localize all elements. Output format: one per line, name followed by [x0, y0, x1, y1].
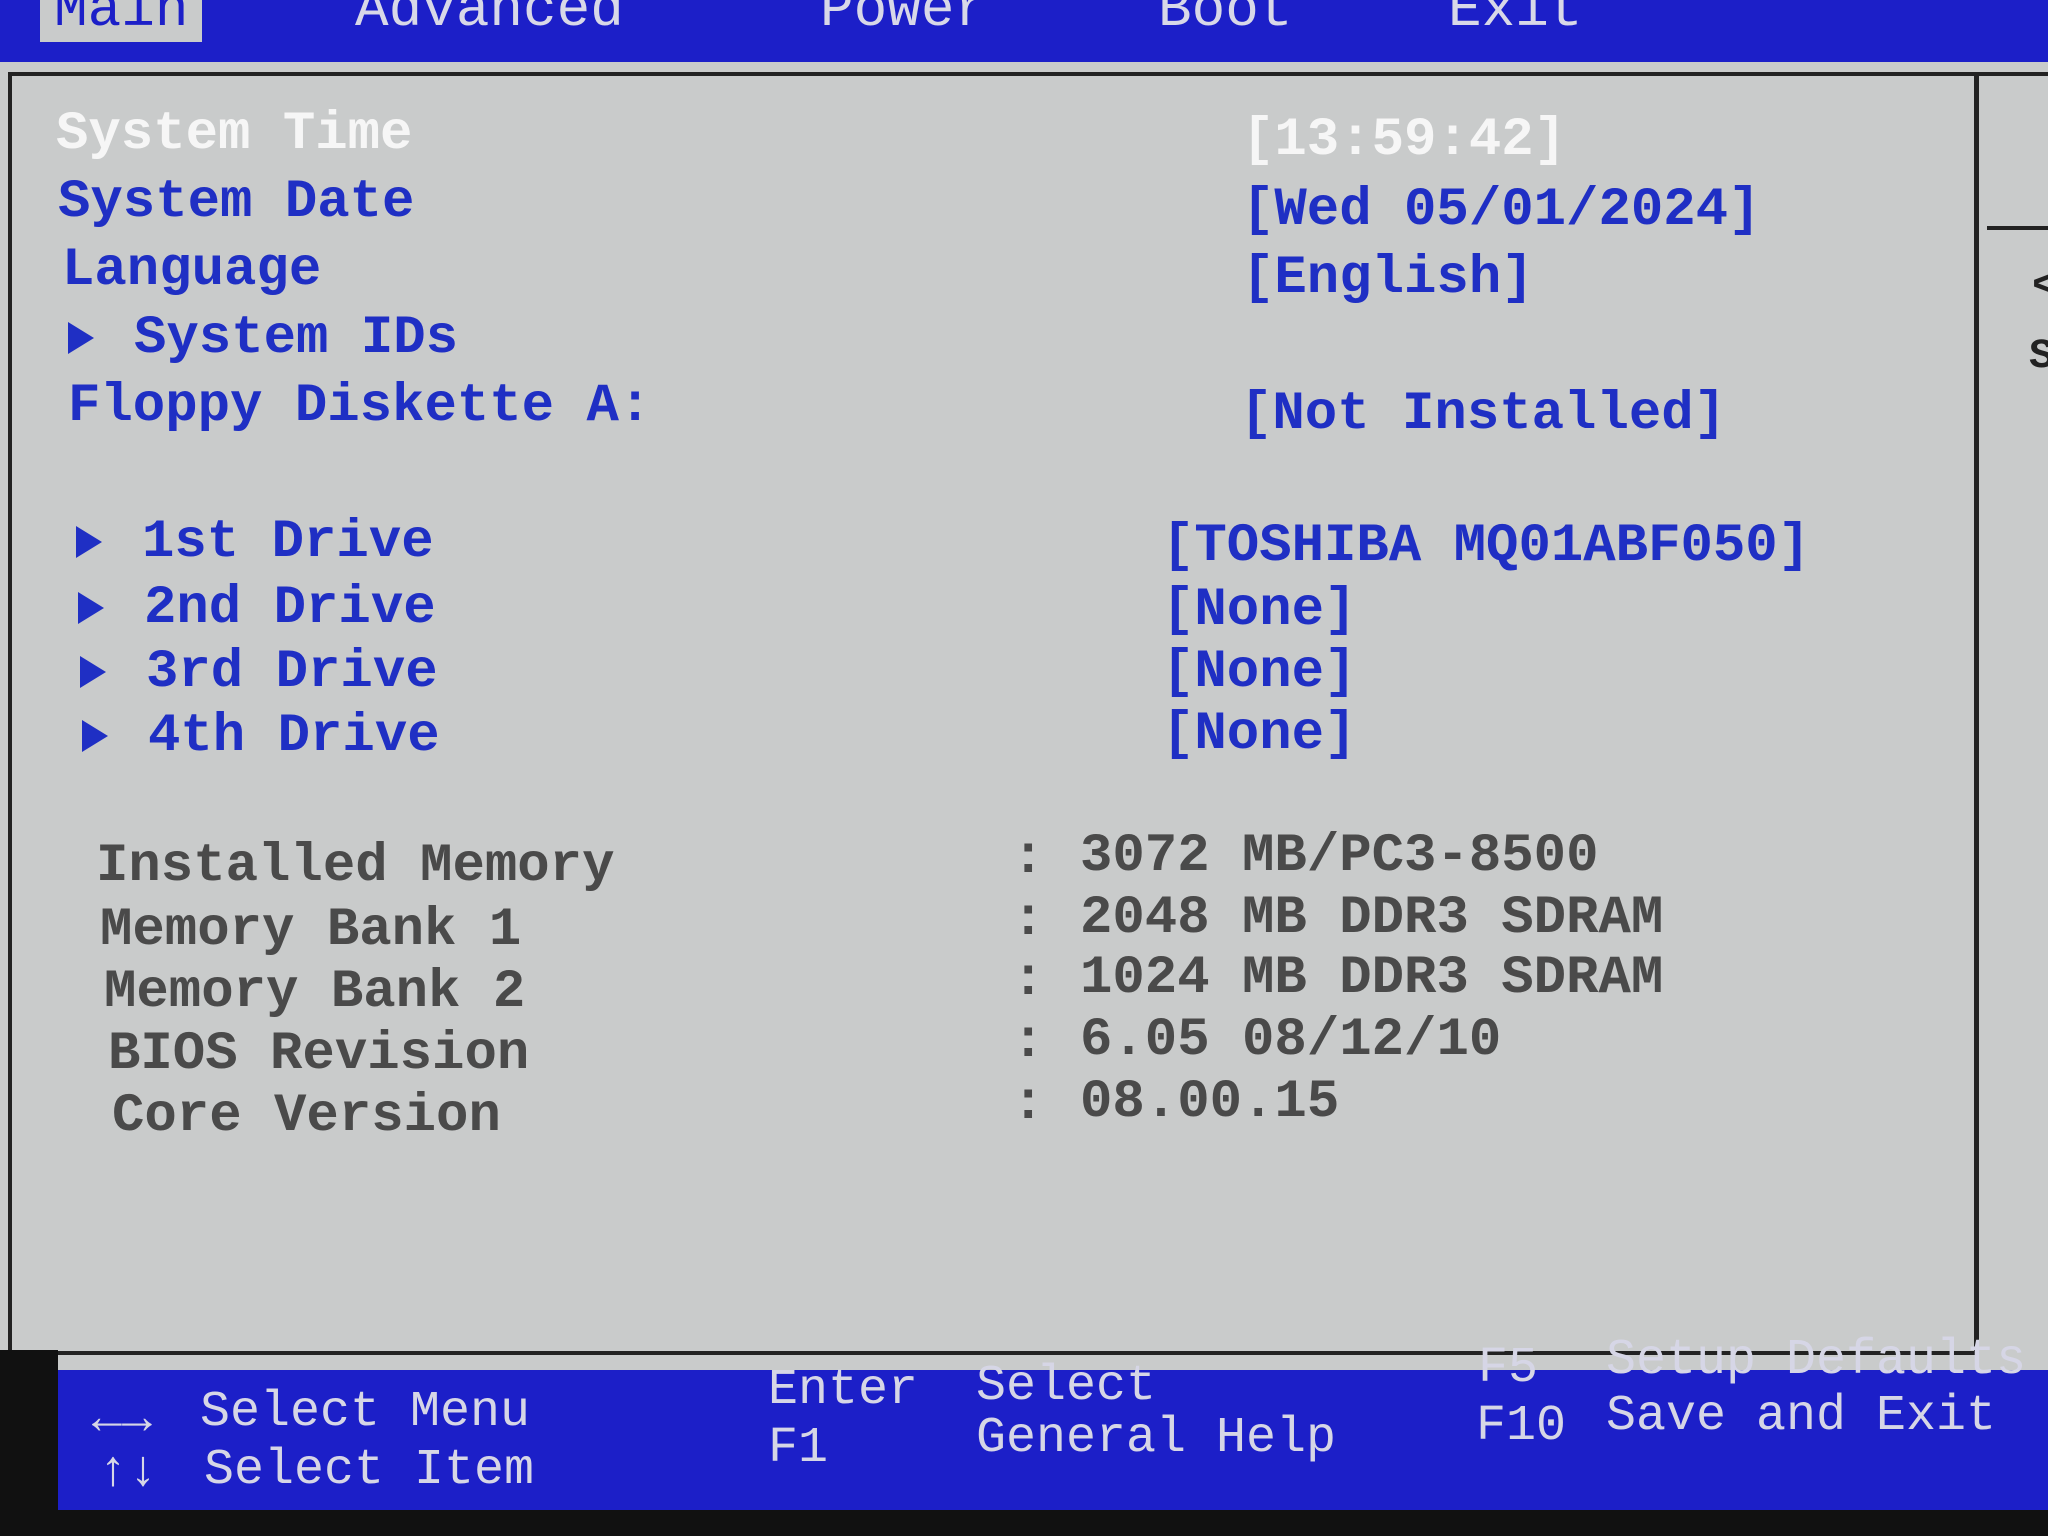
system-date-label[interactable]: System Date — [58, 172, 414, 233]
up-down-arrows-icon: ↑↓ — [98, 1444, 159, 1501]
memory-bank-2-value: 1024 MB DDR3 SDRAM — [1080, 948, 1664, 1009]
drive-2-item[interactable]: 2nd Drive — [78, 578, 436, 639]
left-right-arrows-icon: ←→ — [92, 1392, 153, 1449]
installed-memory-label: Installed Memory — [96, 836, 615, 897]
select-item-hint: Select Item — [204, 1442, 535, 1499]
drive-1-item[interactable]: 1st Drive — [76, 512, 434, 573]
menu-bar: Main Advanced Power Boot Exit — [0, 0, 2048, 62]
info-colon: : — [1012, 950, 1045, 1011]
memory-bank-1-label: Memory Bank 1 — [100, 900, 522, 961]
system-ids-item[interactable]: System IDs — [68, 308, 458, 369]
f5-key: F5 — [1478, 1340, 1539, 1397]
key-legend: ←→ Select Menu ↑↓ Select Item Enter Sele… — [58, 1332, 2048, 1510]
submenu-arrow-icon — [78, 591, 104, 624]
menu-power[interactable]: Power — [820, 0, 988, 42]
system-time-label[interactable]: System Time — [56, 104, 412, 165]
drive-3-item[interactable]: 3rd Drive — [80, 642, 438, 703]
system-time-value[interactable]: [13:59:42] — [1242, 110, 1566, 171]
language-value[interactable]: [English] — [1242, 248, 1534, 309]
settings-area: System Time [13:59:42] System Date [Wed … — [12, 76, 1979, 1355]
menu-main[interactable]: Main — [40, 0, 203, 42]
installed-memory-value: 3072 MB/PC3-8500 — [1080, 826, 1599, 887]
core-version-value: 08.00.15 — [1080, 1072, 1340, 1133]
language-label[interactable]: Language — [62, 240, 321, 301]
info-colon: : — [1012, 890, 1045, 951]
f10-key: F10 — [1476, 1398, 1567, 1455]
system-date-value[interactable]: [Wed 05/01/2024] — [1242, 180, 1760, 241]
bios-revision-value: 6.05 08/12/10 — [1080, 1010, 1502, 1071]
setup-defaults-hint: Setup Defaults — [1606, 1332, 2027, 1389]
submenu-arrow-icon — [80, 655, 106, 688]
main-panel: System Time [13:59:42] System Date [Wed … — [8, 72, 2048, 1355]
bios-revision-label: BIOS Revision — [108, 1024, 530, 1085]
memory-bank-2-label: Memory Bank 2 — [104, 962, 526, 1023]
save-and-exit-hint: Save and Exit — [1606, 1388, 1997, 1445]
info-colon: : — [1012, 1074, 1045, 1135]
drive-4-value: [None] — [1162, 704, 1357, 765]
drive-1-value: [TOSHIBA MQ01ABF050] — [1162, 516, 1811, 577]
info-colon: : — [1012, 1012, 1045, 1073]
info-colon: : — [1012, 828, 1045, 889]
monitor-bezel — [0, 1350, 58, 1536]
core-version-label: Core Version — [112, 1086, 501, 1147]
menu-boot[interactable]: Boot — [1158, 0, 1292, 42]
help-arrow-icon: < — [2032, 262, 2048, 310]
general-help-hint: General Help — [976, 1410, 1337, 1467]
drive-4-item[interactable]: 4th Drive — [82, 706, 440, 767]
select-menu-hint: Select Menu — [200, 1384, 531, 1441]
f1-key: F1 — [768, 1420, 829, 1477]
menu-exit[interactable]: Exit — [1448, 0, 1582, 42]
submenu-arrow-icon — [76, 525, 102, 558]
monitor-bezel-bottom — [0, 1510, 2048, 1536]
memory-bank-1-value: 2048 MB DDR3 SDRAM — [1080, 888, 1664, 949]
help-divider — [1987, 226, 2048, 230]
enter-key: Enter — [768, 1362, 919, 1419]
drive-3-value: [None] — [1162, 642, 1357, 703]
drive-2-value: [None] — [1162, 580, 1357, 641]
enter-hint: Select — [976, 1358, 1157, 1415]
submenu-arrow-icon — [82, 719, 108, 752]
floppy-value[interactable]: [Not Installed] — [1240, 384, 1726, 445]
submenu-arrow-icon — [68, 321, 94, 354]
help-panel: < S — [1987, 76, 2048, 1351]
help-text: S — [2029, 332, 2048, 380]
floppy-label[interactable]: Floppy Diskette A: — [68, 376, 651, 437]
menu-advanced[interactable]: Advanced — [355, 0, 624, 42]
